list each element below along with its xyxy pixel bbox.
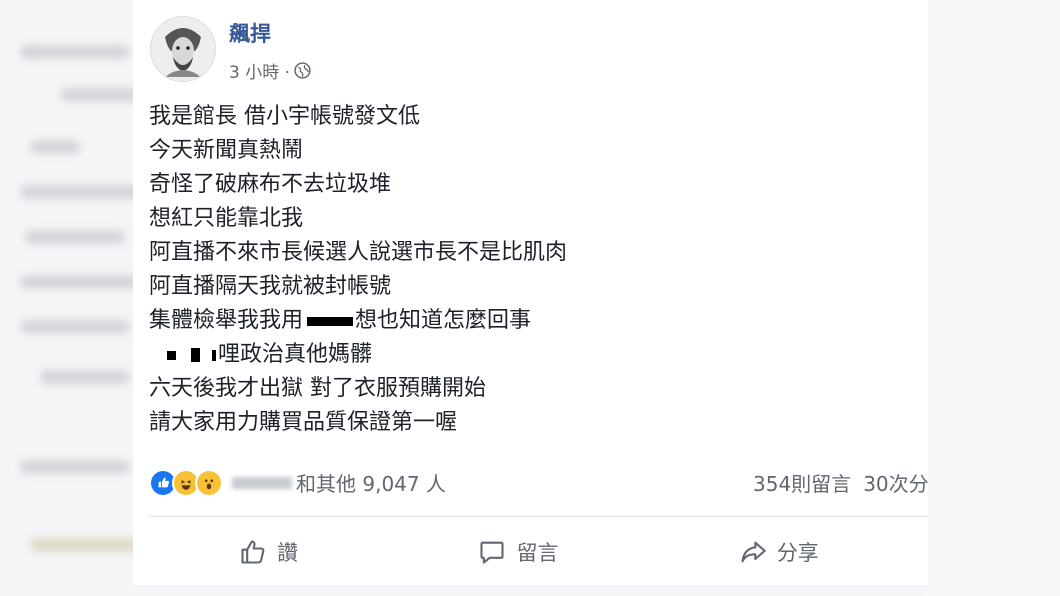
post-bottom-border [133,586,928,587]
share-icon [741,541,766,563]
post-line-6: 阿直播隔天我就被封帳號 [149,274,392,299]
post-line-10: 請大家用力購買品質保證第一喔 [149,410,458,435]
divider [149,516,929,517]
shares-count[interactable]: 30次分 [863,472,928,496]
comment-icon [480,541,505,564]
thumbs-up-icon [241,540,265,564]
comments-count[interactable]: 354則留言 [753,472,851,496]
background-right [926,0,1060,596]
blurred-names [232,476,292,489]
post-time[interactable]: 3 小時 · [229,58,290,83]
redaction-block [191,348,200,362]
post-line-5: 阿直播不來市長候選人說選市長不是比肌肉 [149,240,568,265]
facebook-post: 飆捍 3 小時 · 我是館長 借小宇帳號發文低 今天新聞真熱鬧 奇怪了破麻布不去… [133,0,929,588]
post-line-9: 六天後我才出獄 對了衣服預購開始 [149,376,486,401]
reactions-summary[interactable]: 和其他 9,047 人 [149,468,446,497]
post-line-1: 我是館長 借小宇帳號發文低 [149,104,420,129]
author-name[interactable]: 飆捍 [229,18,271,48]
post-line-4: 想紅只能靠北我 [149,206,304,231]
like-button[interactable]: 讚 [239,537,298,567]
comment-label: 留言 [516,541,559,565]
post-line-8-text: 哩政治真他媽髒 [218,342,373,367]
post-line-3: 奇怪了破麻布不去垃圾堆 [149,172,392,197]
comment-button[interactable]: 留言 [478,537,558,567]
post-body: 我是館長 借小宇帳號發文低 今天新聞真熱鬧 奇怪了破麻布不去垃圾堆 想紅只能靠北… [149,100,567,440]
action-bar: 讚 留言 分享 [149,530,909,574]
wow-reaction-icon [195,468,223,497]
background-feed [0,0,150,596]
post-line-7: 集體檢舉我我用 想也知道怎麼回事 [149,304,567,338]
redaction-block [167,350,176,360]
post-line-7-end: 想也知道怎麼回事 [355,308,532,333]
share-label: 分享 [776,541,819,565]
post-line-7-start: 集體檢舉我我用 [149,308,304,333]
like-label: 讚 [277,541,299,565]
globe-icon[interactable] [294,62,311,79]
post-line-8: 哩政治真他媽髒 [149,338,567,372]
post-stats: 354則留言 30次分 [753,468,941,497]
post-line-2: 今天新聞真熱鬧 [149,138,304,163]
reactions-count[interactable]: 和其他 9,047 人 [296,468,446,497]
share-button[interactable]: 分享 [739,537,819,567]
avatar[interactable] [150,16,216,82]
redaction-bar [307,316,354,326]
post-meta: 3 小時 · [229,58,311,83]
redaction-block [212,349,216,361]
